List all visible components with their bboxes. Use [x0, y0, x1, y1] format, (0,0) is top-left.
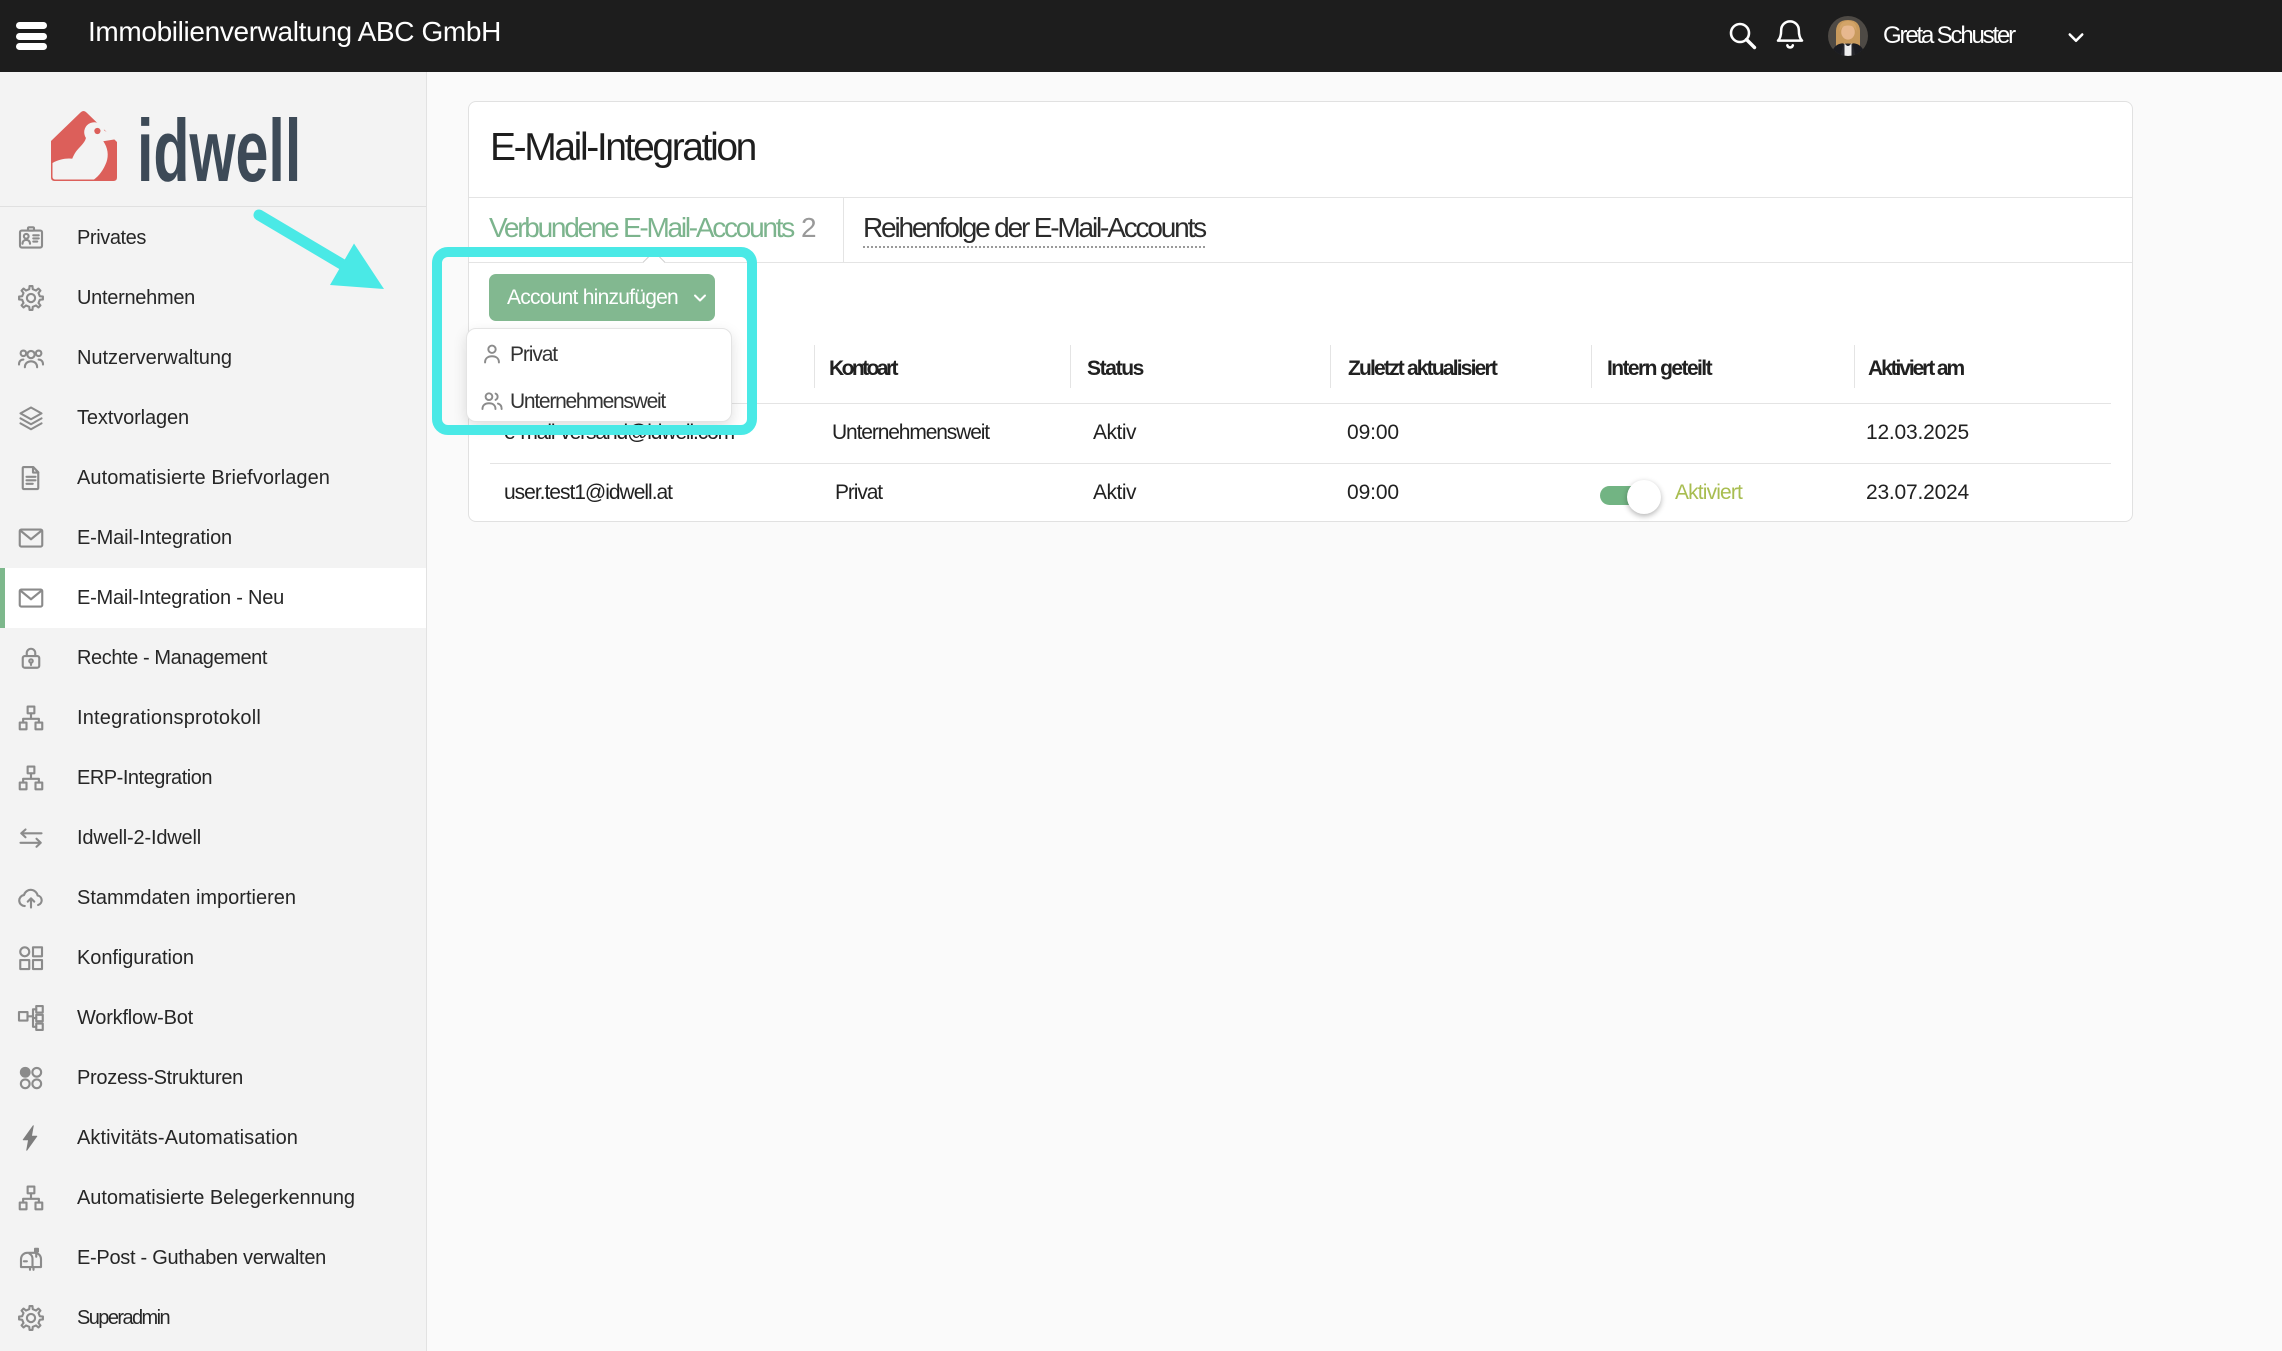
svg-text:idwell: idwell [137, 105, 301, 195]
